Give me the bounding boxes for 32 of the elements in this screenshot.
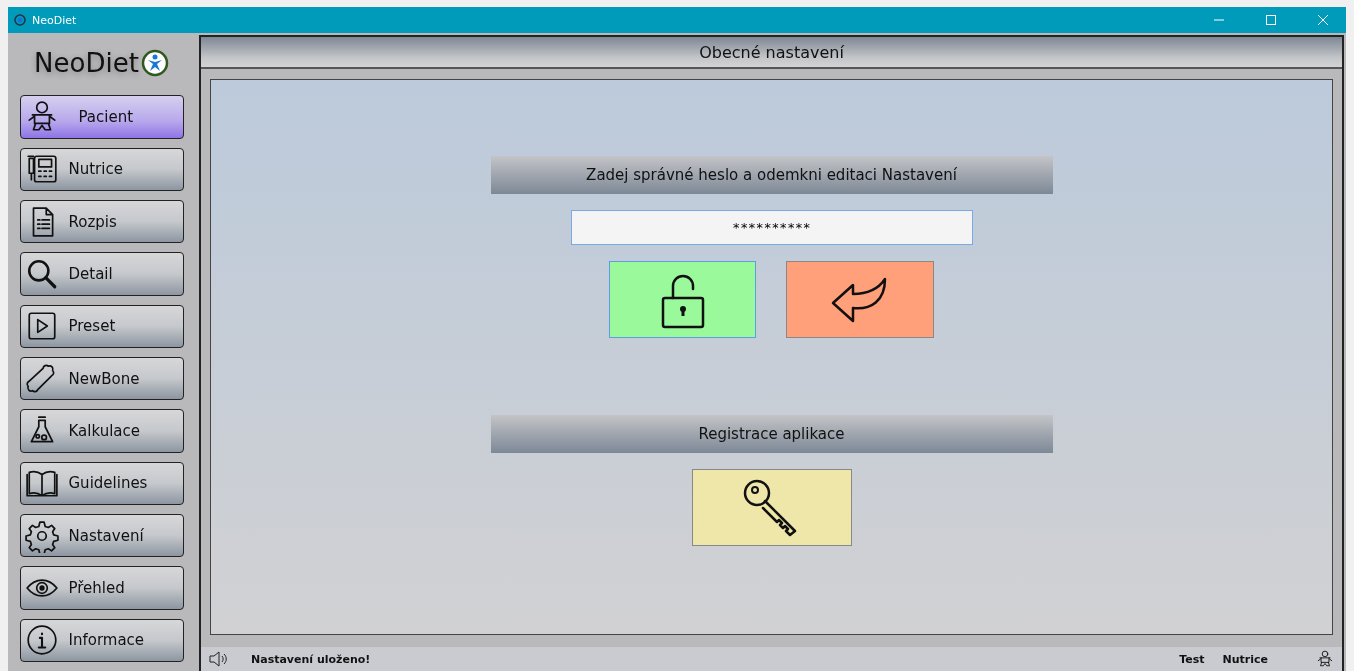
nav-button[interactable]: Detail bbox=[19, 252, 184, 296]
nav-button[interactable]: Nastavení bbox=[19, 514, 184, 558]
curved-arrow-icon bbox=[831, 276, 889, 323]
page-header: Obecné nastavení bbox=[201, 37, 1342, 69]
nav-button[interactable]: Rozpis bbox=[19, 200, 184, 244]
nav-button[interactable]: NewBone bbox=[19, 357, 184, 401]
register-button[interactable] bbox=[691, 469, 852, 546]
section-heading: Zadej správné heslo a odemkni editaci Nastavení bbox=[490, 156, 1053, 194]
nav-button[interactable]: Přehled bbox=[19, 566, 184, 610]
nav-button[interactable]: Kalkulace bbox=[19, 409, 184, 453]
nav-button[interactable]: Preset bbox=[19, 304, 184, 348]
user-name: Test bbox=[1179, 652, 1205, 666]
user-role: Nutrice bbox=[1222, 652, 1268, 666]
logo-figure-icon bbox=[140, 48, 169, 77]
status-message: Nastavení uloženo! bbox=[251, 652, 371, 666]
window-title: NeoDiet bbox=[32, 13, 78, 27]
baby-icon bbox=[1316, 649, 1334, 669]
unlock-button[interactable] bbox=[609, 261, 756, 338]
nav-button[interactable]: Nutrice bbox=[19, 147, 184, 191]
maximize-icon bbox=[1266, 15, 1276, 25]
section-heading: Registrace aplikace bbox=[490, 415, 1053, 453]
close-icon bbox=[1318, 15, 1328, 25]
app-logo-icon bbox=[14, 14, 26, 26]
nav-button[interactable]: Pacient bbox=[19, 95, 184, 139]
speaker-icon bbox=[209, 651, 227, 667]
gear-icon bbox=[24, 518, 59, 553]
password-field[interactable]: ********** bbox=[570, 210, 973, 245]
nav-button[interactable]: Guidelines bbox=[19, 461, 184, 505]
app-logo: NeoDiet bbox=[34, 47, 139, 78]
info-icon bbox=[24, 623, 59, 658]
nav-button[interactable]: Informace bbox=[19, 618, 184, 662]
back-button[interactable] bbox=[786, 261, 934, 338]
